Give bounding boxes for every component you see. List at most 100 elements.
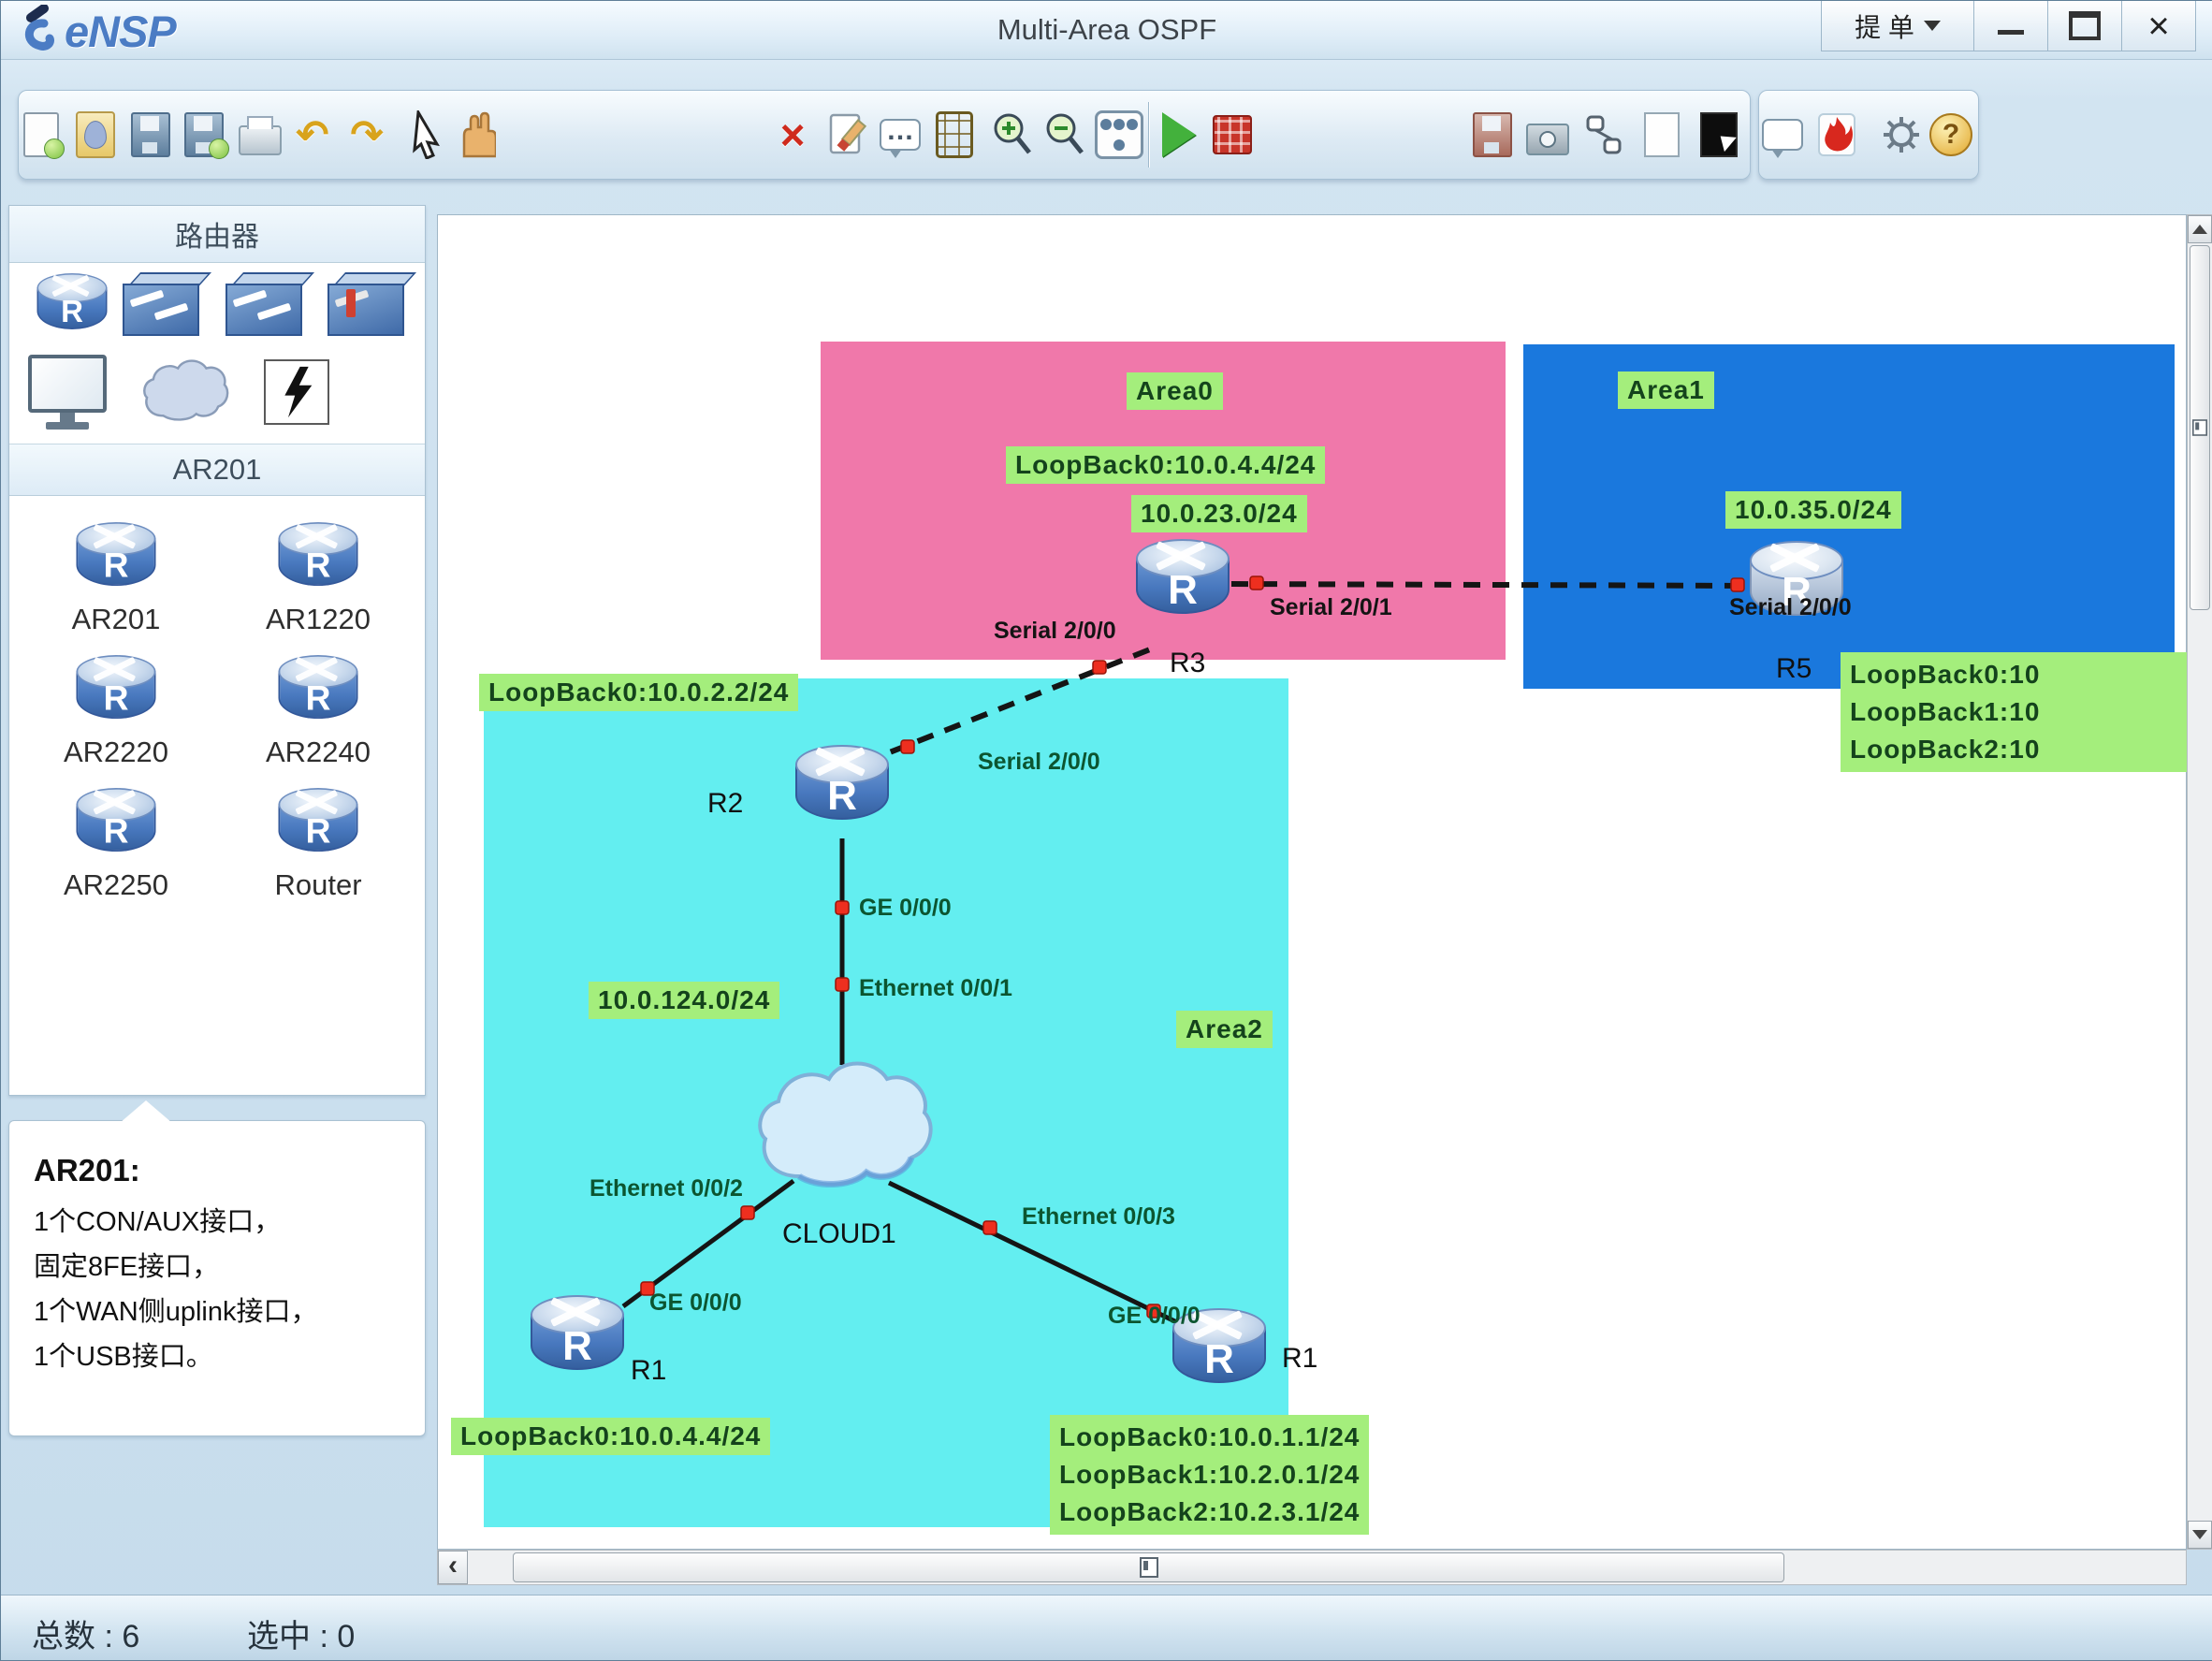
vertical-scrollbar[interactable] xyxy=(2187,214,2212,1550)
category-router-button[interactable]: R xyxy=(36,273,92,321)
router-icon: R xyxy=(36,295,109,330)
router-r2[interactable]: R xyxy=(793,745,891,827)
device-group-button[interactable] xyxy=(1098,108,1141,162)
router-icon: R xyxy=(277,679,359,720)
r3-loopback-label[interactable]: LoopBack0:10.0.4.4/24 xyxy=(1006,446,1325,484)
redo-button[interactable]: ↷ xyxy=(345,108,388,162)
text-annotation-button[interactable]: … xyxy=(879,108,922,162)
new-topology-button[interactable] xyxy=(20,108,63,162)
description-line: 固定8FE接口， xyxy=(34,1248,425,1286)
status-bar: 总数 : 6 选中 : 0 xyxy=(1,1595,2212,1661)
device-label: AR2240 xyxy=(266,736,371,769)
blank-page-button[interactable] xyxy=(1640,108,1683,162)
zoom-out-button[interactable] xyxy=(1043,108,1086,162)
category-title: 路由器 xyxy=(175,213,259,255)
router-icon: R xyxy=(277,812,359,852)
device-item-ar1220[interactable]: R AR1220 xyxy=(217,509,419,642)
close-button[interactable]: × xyxy=(2121,1,2196,51)
r4-loopback-label[interactable]: LoopBack0:10.0.4.4/24 xyxy=(451,1418,770,1455)
blank-page-icon xyxy=(1644,112,1680,157)
cloud-network-label[interactable]: 10.0.124.0/24 xyxy=(589,982,779,1019)
vertical-scroll-thumb[interactable] xyxy=(2190,245,2210,610)
packet-capture-button[interactable] xyxy=(1526,108,1569,162)
device-item-ar2220[interactable]: R AR2220 xyxy=(15,642,217,775)
horizontal-scroll-thumb[interactable] xyxy=(513,1552,1784,1582)
eraser-button[interactable] xyxy=(825,108,868,162)
save-config-button[interactable] xyxy=(1471,108,1514,162)
link-r3-r5[interactable] xyxy=(1231,584,1757,586)
help-button[interactable]: ? xyxy=(1929,108,1972,162)
scroll-down-button[interactable] xyxy=(2188,1521,2212,1549)
r2-loopback-label[interactable]: LoopBack0:10.0.2.2/24 xyxy=(479,674,798,711)
cursor-icon xyxy=(407,110,444,159)
category-cloud-button[interactable] xyxy=(138,353,232,430)
r3-r5-network-label[interactable]: 10.0.35.0/24 xyxy=(1725,491,1901,529)
console-button[interactable] xyxy=(1697,108,1740,162)
chevron-down-icon xyxy=(1924,21,1941,31)
r5-loopbacks-label[interactable]: LoopBack0:10 LoopBack1:10 LoopBack2:10 xyxy=(1841,652,2187,772)
device-label: AR2250 xyxy=(64,868,168,902)
category-firewall-button[interactable] xyxy=(327,272,408,338)
area1-label[interactable]: Area1 xyxy=(1618,372,1714,409)
redo-icon: ↷ xyxy=(350,113,383,156)
help-glyph: ? xyxy=(1943,119,1959,151)
device-palette-panel: 路由器 R AR201 R AR201 R xyxy=(8,205,426,1096)
gear-icon xyxy=(1880,109,1923,160)
port-label-r1-ge: GE 0/0/0 xyxy=(1108,1303,1201,1330)
port-status-dots xyxy=(641,576,1744,1318)
area2-label[interactable]: Area2 xyxy=(1176,1011,1273,1048)
cloud-node[interactable] xyxy=(750,1042,938,1206)
topology-nodes-icon xyxy=(1582,109,1625,160)
select-tool-button[interactable] xyxy=(404,108,447,162)
topology-canvas[interactable]: Area0 Area1 Area2 LoopBack0:10.0.4.4/24 … xyxy=(437,214,2187,1550)
category-terminal-button[interactable] xyxy=(28,355,107,430)
port-label-cloud-eth2: Ethernet 0/0/2 xyxy=(589,1175,743,1202)
maximize-button[interactable] xyxy=(2047,1,2122,51)
device-item-ar201[interactable]: R AR201 xyxy=(15,509,217,642)
scroll-left-button[interactable]: ‹ xyxy=(438,1551,468,1584)
report-menu-button[interactable]: 提 单 xyxy=(1821,1,1974,51)
undo-button[interactable]: ↶ xyxy=(291,108,334,162)
description-notch xyxy=(120,1100,172,1123)
category-switch-button[interactable] xyxy=(123,272,203,338)
community-button[interactable] xyxy=(1815,108,1858,162)
category-l3switch-button[interactable] xyxy=(226,272,306,338)
save-as-button[interactable] xyxy=(182,108,226,162)
open-topology-button[interactable] xyxy=(74,108,117,162)
area0-label[interactable]: Area0 xyxy=(1127,372,1223,410)
router-r4[interactable]: R xyxy=(529,1295,626,1377)
topology-overview-button[interactable] xyxy=(1582,108,1625,162)
lightning-icon xyxy=(276,365,317,419)
palette-button[interactable] xyxy=(933,108,976,162)
r2-r3-network-label[interactable]: 10.0.23.0/24 xyxy=(1131,495,1307,532)
minimize-button[interactable] xyxy=(1973,1,2048,51)
save-topology-button[interactable] xyxy=(129,108,172,162)
close-icon: × xyxy=(2147,7,2169,45)
thumb-grip-icon xyxy=(1140,1557,1158,1578)
r5-loopback1: LoopBack1:10 xyxy=(1850,693,2177,731)
device-item-ar2250[interactable]: R AR2250 xyxy=(15,775,217,908)
zoom-in-button[interactable] xyxy=(991,108,1034,162)
settings-button[interactable] xyxy=(1880,108,1923,162)
start-devices-button[interactable] xyxy=(1157,108,1201,162)
device-item-router[interactable]: R Router xyxy=(217,775,419,908)
r1-loopbacks-label[interactable]: LoopBack0:10.0.1.1/24 LoopBack1:10.2.0.1… xyxy=(1050,1415,1369,1535)
message-button[interactable] xyxy=(1761,108,1804,162)
category-connection-button[interactable] xyxy=(264,359,329,425)
flame-icon xyxy=(1816,109,1857,160)
scroll-up-button[interactable] xyxy=(2188,215,2212,243)
ensp-window: eNSP Multi-Area OSPF 提 单 × ↶ ↷ × … xyxy=(0,0,2212,1661)
open-topology-icon xyxy=(76,111,115,158)
category-icon-row: R xyxy=(9,263,425,347)
delete-button[interactable]: × xyxy=(771,108,814,162)
console-icon xyxy=(1700,112,1738,157)
stop-devices-button[interactable] xyxy=(1211,108,1254,162)
title-bar: eNSP Multi-Area OSPF 提 单 × xyxy=(1,1,2212,60)
horizontal-scrollbar[interactable]: ‹ xyxy=(437,1550,2187,1585)
cloud-icon xyxy=(750,1042,938,1202)
router-r3[interactable]: R xyxy=(1134,539,1231,621)
device-item-ar2240[interactable]: R AR2240 xyxy=(217,642,419,775)
cloud-icon xyxy=(138,353,232,426)
pan-tool-button[interactable] xyxy=(454,108,497,162)
print-button[interactable] xyxy=(239,108,282,162)
